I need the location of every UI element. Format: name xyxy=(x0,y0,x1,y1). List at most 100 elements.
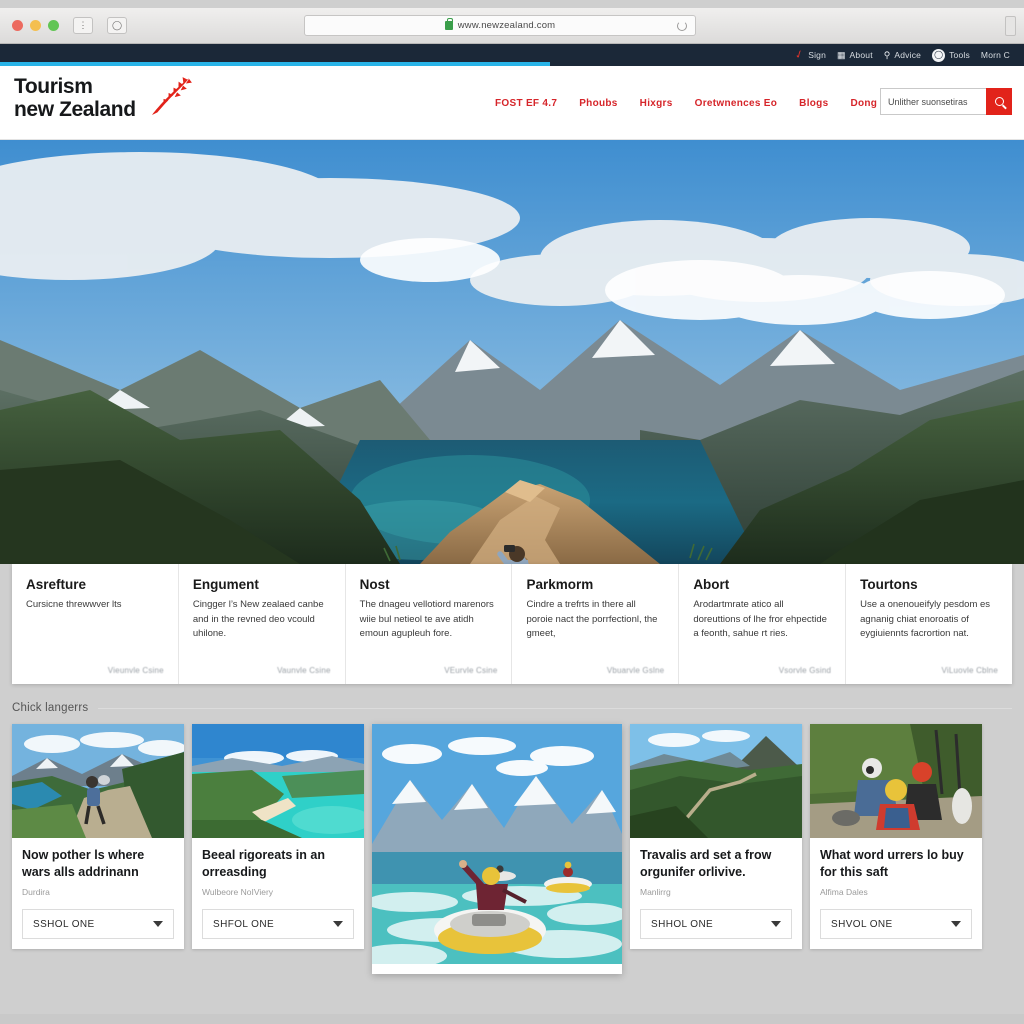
site-logo[interactable]: Tourism new Zealand xyxy=(14,75,192,121)
url-text: www.newzealand.com xyxy=(457,20,556,31)
promo-card[interactable]: Engument Cingger l’s New zealaed canbe a… xyxy=(179,564,346,684)
promo-card[interactable]: Parkmorm Cindre a trefrts in there all p… xyxy=(512,564,680,684)
nav-item-2[interactable]: Hixgrs xyxy=(640,98,673,109)
promo-card[interactable]: Abort Arodartmrate atico all doreuttions… xyxy=(679,564,847,684)
chevron-down-icon xyxy=(951,921,961,928)
article-select-dropdown[interactable]: SHHOL ONE xyxy=(640,909,792,940)
logo-line-2: new Zealand xyxy=(14,97,136,121)
hero-image xyxy=(0,140,1024,564)
article-title: Now pother ls where wars alls addrinann xyxy=(22,848,145,879)
promo-title: Abort xyxy=(693,577,730,592)
site-header: Tourism new Zealand FOST EF 4.7 Phoubs H… xyxy=(0,66,1024,140)
logo-line-1: Tourism xyxy=(14,75,93,98)
promo-link[interactable]: VEurvle Csine xyxy=(444,666,497,675)
article-select-dropdown[interactable]: SHVOL ONE xyxy=(820,909,972,940)
article-title: Beeal rigoreats in an orreasding xyxy=(202,848,325,879)
back-forward-button[interactable]: ⋮ xyxy=(73,17,93,34)
select-value: SHFOL ONE xyxy=(213,918,275,930)
chevron-down-icon xyxy=(771,921,781,928)
search-button[interactable] xyxy=(986,88,1012,115)
browser-window-screenshot: ⋮ ◯ www.newzealand.com ✓ Sign ▦ About ⚲ … xyxy=(0,0,1024,1024)
promo-body: Cursicne threwwver lts xyxy=(26,599,122,610)
page-bottom-edge xyxy=(0,1014,1024,1024)
promo-card[interactable]: Asrefture Cursicne threwwver lts Vieunvl… xyxy=(12,564,179,684)
article-select-dropdown[interactable]: SHFOL ONE xyxy=(202,909,354,940)
article-card[interactable]: Beeal rigoreats in an orreasding Wulbeor… xyxy=(192,724,364,950)
promo-link[interactable]: Vieunvle Csine xyxy=(108,666,164,675)
silver-fern-icon xyxy=(152,77,192,115)
promo-link[interactable]: Vbuarvle Gslne xyxy=(607,666,665,675)
article-text: What word urrers lo buy for this saft Al… xyxy=(810,838,982,897)
promo-title: Asrefture xyxy=(26,577,87,592)
clock-icon: ◯ xyxy=(932,48,946,62)
utility-item-label: Advice xyxy=(894,50,922,60)
utility-item-label: Tools xyxy=(949,50,970,60)
article-meta: Alfima Dales xyxy=(820,887,868,898)
section-divider xyxy=(98,707,1012,709)
utility-item-advice[interactable]: ⚲ Advice xyxy=(884,50,921,60)
close-window-button[interactable] xyxy=(12,20,23,31)
promo-card[interactable]: Nost The dnageu vellotiord marenors wiie… xyxy=(346,564,513,684)
promo-body: Cindre a trefrts in there all poroie nac… xyxy=(526,599,658,640)
card-icon: ▦ xyxy=(837,49,846,60)
article-card-grid: Now pother ls where wars alls addrinann … xyxy=(12,724,1012,1014)
rafting-image xyxy=(372,724,622,964)
nav-item-0[interactable]: FOST EF 4.7 xyxy=(495,98,557,109)
promo-body: The dnageu vellotiord marenors wiie bul … xyxy=(359,599,494,640)
turquoise-bay-image xyxy=(192,724,364,838)
promo-link[interactable]: Vaunvle Csine xyxy=(277,666,331,675)
promo-title: Engument xyxy=(192,577,259,592)
minimize-window-button[interactable] xyxy=(30,20,41,31)
nav-item-4[interactable]: Blogs xyxy=(799,98,828,109)
hero-illustration xyxy=(0,140,1024,564)
promo-body: Use a onenoueifyly pesdom es agnanig chi… xyxy=(860,599,991,640)
lock-icon xyxy=(444,18,453,30)
search-input[interactable] xyxy=(880,88,986,115)
promo-body: Cingger l’s New zealaed canbe and in the… xyxy=(192,599,324,640)
utility-item-label: Morn C xyxy=(980,50,1010,60)
select-value: SHHOL ONE xyxy=(651,918,714,930)
nav-item-5[interactable]: Dong xyxy=(850,98,877,109)
nav-item-1[interactable]: Phoubs xyxy=(579,98,617,109)
utility-item-more[interactable]: Morn C xyxy=(981,50,1010,60)
article-thumbnail xyxy=(810,724,982,838)
select-value: SHVOL ONE xyxy=(831,918,893,930)
chevron-down-icon xyxy=(153,921,163,928)
promo-link[interactable]: ViLuovle Cblne xyxy=(942,666,998,675)
address-bar[interactable]: www.newzealand.com xyxy=(304,15,696,36)
promo-link[interactable]: Vsorvle Gsind xyxy=(779,666,831,675)
article-card[interactable]: Travalis ard set a frow orgunifer orlivi… xyxy=(630,724,802,950)
reload-icon[interactable] xyxy=(677,21,687,31)
article-thumbnail xyxy=(372,724,622,964)
promo-title: Nost xyxy=(359,577,390,592)
select-value: SSHOL ONE xyxy=(33,918,95,930)
article-card[interactable]: Now pother ls where wars alls addrinann … xyxy=(12,724,184,950)
browser-toolbar: ⋮ ◯ www.newzealand.com xyxy=(0,8,1024,44)
article-card-featured[interactable] xyxy=(372,724,622,974)
article-card[interactable]: What word urrers lo buy for this saft Al… xyxy=(810,724,982,950)
utility-item-sign[interactable]: ✓ Sign xyxy=(793,47,826,61)
article-meta: Wulbeore NoIViery xyxy=(202,887,274,898)
utility-item-tools[interactable]: ◯ Tools xyxy=(932,48,970,62)
article-meta: Durdira xyxy=(22,887,50,898)
promo-title: Tourtons xyxy=(860,577,918,592)
article-thumbnail xyxy=(630,724,802,838)
sidebar-toggle-button[interactable] xyxy=(1005,16,1016,36)
refresh-button[interactable]: ◯ xyxy=(107,17,127,34)
promo-card-row: Asrefture Cursicne threwwver lts Vieunvl… xyxy=(12,564,1012,684)
article-text: Beeal rigoreats in an orreasding Wulbeor… xyxy=(192,838,364,897)
search-icon xyxy=(994,97,1004,106)
promo-card[interactable]: Tourtons Use a onenoueifyly pesdom es ag… xyxy=(846,564,1012,684)
article-thumbnail xyxy=(12,724,184,838)
nav-item-3[interactable]: Oretwnences Eo xyxy=(695,98,778,109)
utility-item-about[interactable]: ▦ About xyxy=(837,50,873,60)
chevron-down-icon xyxy=(333,921,343,928)
utility-item-label: About xyxy=(849,50,873,60)
ridge-trail-image xyxy=(630,724,802,838)
article-title: What word urrers lo buy for this saft xyxy=(820,848,964,879)
zoom-window-button[interactable] xyxy=(48,20,59,31)
article-text: Travalis ard set a frow orgunifer orlivi… xyxy=(630,838,802,897)
window-controls[interactable]: ⋮ ◯ xyxy=(12,17,127,34)
article-select-dropdown[interactable]: SSHOL ONE xyxy=(22,909,174,940)
article-text: Now pother ls where wars alls addrinann … xyxy=(12,838,184,897)
